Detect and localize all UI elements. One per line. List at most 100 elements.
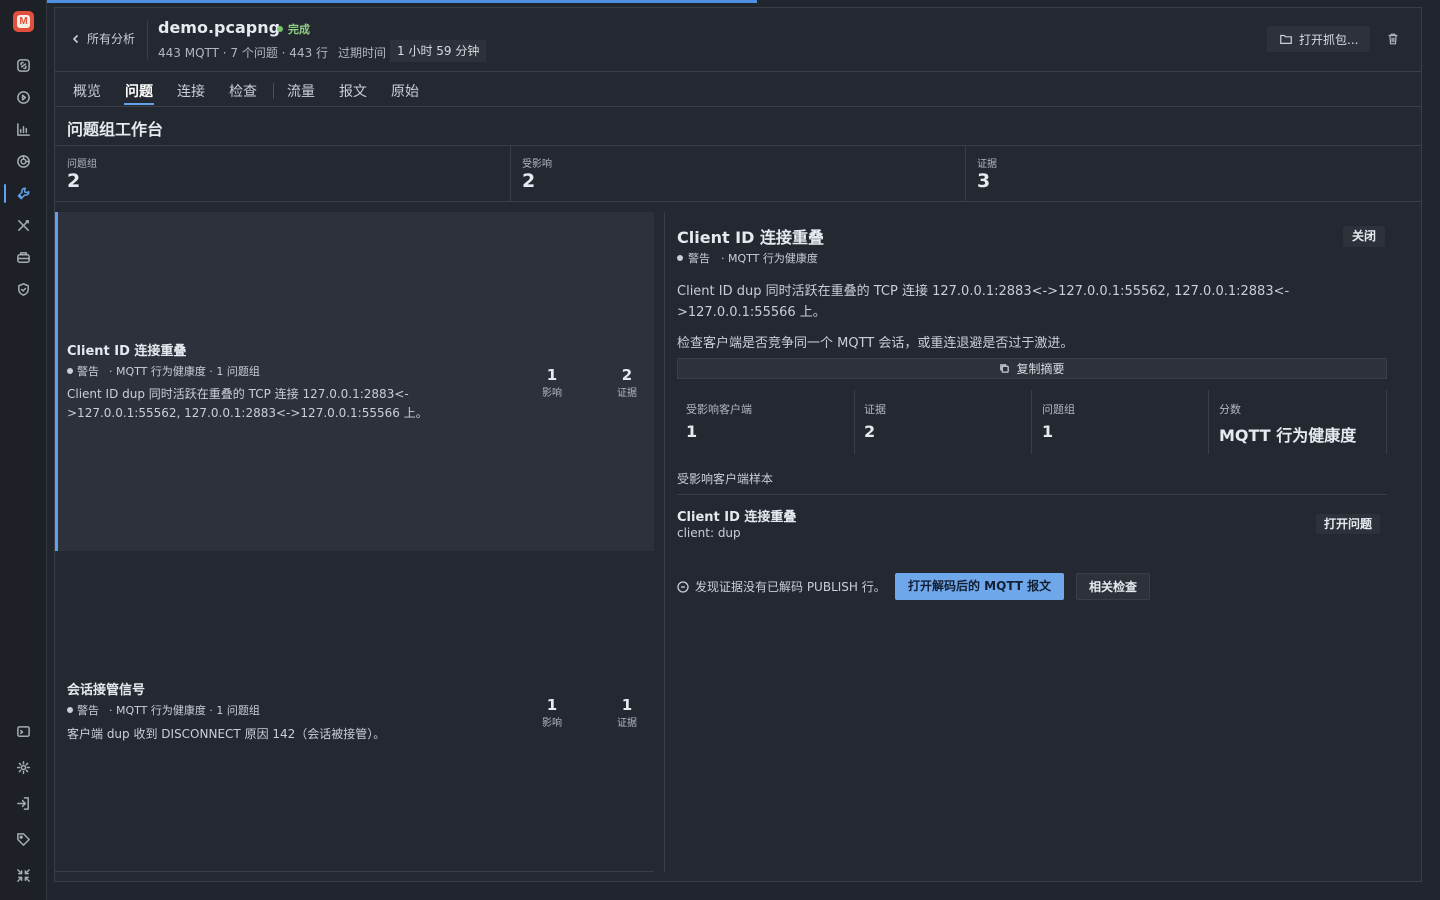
- stat-label: 证据: [977, 159, 997, 170]
- tab-separator: [273, 83, 274, 99]
- stat-value: 3: [977, 170, 991, 192]
- status-dot: [277, 26, 283, 32]
- chart-icon[interactable]: [14, 120, 33, 139]
- issue-group-category: · MQTT 行为健康度 · 1 问题组: [109, 704, 260, 717]
- page-title: 问题组工作台: [67, 120, 164, 139]
- sample-client-id: client: dup: [677, 526, 741, 540]
- issue-group-meta: 警告 · MQTT 行为健康度 · 1 问题组: [67, 363, 260, 379]
- login-icon[interactable]: [14, 794, 33, 813]
- copy-summary-button[interactable]: 复制摘要: [677, 358, 1387, 379]
- evidence-value: 2: [621, 366, 633, 384]
- stat-affected: 受影响 2: [510, 146, 965, 201]
- related-checks-button[interactable]: 相关检查: [1076, 573, 1151, 600]
- pane-divider: [664, 212, 665, 872]
- link-icon[interactable]: [14, 56, 33, 75]
- back-label: 所有分析: [87, 32, 136, 46]
- impact-label: 影响: [542, 718, 562, 729]
- tab-checks[interactable]: 检查: [229, 81, 257, 101]
- detail-severity: 警告: [688, 252, 710, 265]
- info-circle-icon: [677, 580, 689, 593]
- issue-group-impact: 1 影响: [527, 696, 577, 729]
- analysis-progress: [47, 0, 1440, 3]
- detail-stat-label: 分数: [1219, 403, 1241, 416]
- elapsed-label: 过期时间: [338, 46, 387, 60]
- detail-stats: 受影响客户端 1 证据 2 问题组 1 分数 MQTT 行为健康度: [677, 390, 1387, 454]
- gear-icon[interactable]: [14, 758, 33, 777]
- tab-connections[interactable]: 连接: [177, 81, 205, 101]
- tag-icon[interactable]: [14, 830, 33, 849]
- sample-divider: [677, 494, 1387, 495]
- rail-active-indicator: [4, 184, 6, 203]
- tab-overview[interactable]: 概览: [73, 81, 101, 101]
- header-divider: [147, 20, 148, 60]
- issue-group-title: 会话接管信号: [67, 683, 146, 698]
- active-tab-underline: [124, 103, 154, 105]
- back-to-analyses-link[interactable]: 所有分析: [71, 30, 135, 47]
- tab-traffic[interactable]: 流量: [287, 81, 315, 101]
- detail-stat-separator: [1386, 390, 1387, 454]
- copy-summary-label: 复制摘要: [1016, 362, 1065, 376]
- detail-stat-value: 1: [1042, 422, 1054, 441]
- stat-label: 受影响: [522, 159, 552, 170]
- issue-group-item[interactable]: 会话接管信号 警告 · MQTT 行为健康度 · 1 问题组 客户端 dup 收…: [55, 551, 654, 872]
- detail-category: · MQTT 行为健康度: [721, 252, 818, 265]
- stat-evidence: 证据 3: [965, 146, 1421, 201]
- issue-group-impact: 1 影响: [527, 366, 577, 399]
- open-capture-label: 打开抓包...: [1299, 32, 1359, 47]
- severity-dot: [677, 255, 683, 261]
- issue-group-category: · MQTT 行为健康度 · 1 问题组: [109, 365, 260, 378]
- detail-description: Client ID dup 同时活跃在重叠的 TCP 连接 127.0.0.1:…: [677, 284, 1290, 320]
- chevron-left-icon: [72, 34, 79, 43]
- affected-clients-sample-label: 受影响客户端样本: [677, 472, 774, 486]
- analysis-header: 所有分析 demo.pcapng 完成 443 MQTT · 7 个问题 · 4…: [55, 8, 1421, 72]
- tab-messages[interactable]: 报文: [339, 81, 367, 101]
- evidence-label: 证据: [617, 718, 637, 729]
- shield-icon[interactable]: [14, 280, 33, 299]
- terminal-icon[interactable]: [14, 722, 33, 741]
- analysis-tabs: 概览 问题 连接 检查 流量 报文 原始: [55, 72, 1421, 107]
- detail-stat-label: 问题组: [1042, 403, 1075, 416]
- copy-icon: [1000, 364, 1010, 373]
- severity-dot: [67, 368, 73, 374]
- issue-group-severity: 警告: [77, 704, 99, 717]
- wrench-active-icon[interactable]: [14, 184, 33, 203]
- impact-label: 影响: [542, 388, 562, 399]
- delete-button[interactable]: [1386, 31, 1402, 47]
- detail-title: Client ID 连接重叠: [677, 228, 824, 247]
- issue-group-title: Client ID 连接重叠: [67, 344, 187, 359]
- tab-issues[interactable]: 问题: [125, 81, 153, 101]
- evidence-notice: 发现证据没有已解码 PUBLISH 行。: [677, 578, 886, 595]
- stat-value: 2: [522, 170, 536, 192]
- target-icon[interactable]: [14, 152, 33, 171]
- issue-group-item[interactable]: Client ID 连接重叠 警告 · MQTT 行为健康度 · 1 问题组 C…: [55, 212, 654, 551]
- detail-stat-value: MQTT 行为健康度: [1219, 426, 1357, 445]
- summary-stats: 问题组 2 受影响 2 证据 3: [55, 145, 1421, 202]
- app-logo[interactable]: M: [13, 11, 34, 32]
- open-issue-button[interactable]: 打开问题: [1316, 514, 1381, 534]
- impact-value: 1: [546, 366, 558, 384]
- open-capture-button[interactable]: 打开抓包...: [1267, 26, 1371, 52]
- detail-stat-value: 1: [686, 422, 698, 441]
- detail-stat-separator: [1208, 390, 1209, 454]
- sample-issue-title: Client ID 连接重叠: [677, 510, 797, 525]
- impact-value: 1: [546, 696, 558, 714]
- analysis-progress-fill: [47, 0, 758, 3]
- tools-icon[interactable]: [14, 216, 33, 235]
- close-detail-button[interactable]: 关闭: [1343, 226, 1386, 247]
- status-badge: 完成: [277, 21, 310, 37]
- elapsed-value: 1 小时 59 分钟: [390, 40, 487, 62]
- stat-issue-groups: 问题组 2: [55, 146, 510, 201]
- evidence-value: 1: [621, 696, 633, 714]
- open-decoded-messages-button[interactable]: 打开解码后的 MQTT 报文: [895, 573, 1065, 600]
- issue-group-list: Client ID 连接重叠 警告 · MQTT 行为健康度 · 1 问题组 C…: [55, 212, 654, 872]
- tab-raw[interactable]: 原始: [391, 81, 419, 101]
- issue-group-evidence: 1 证据: [602, 696, 652, 729]
- detail-meta: 警告 · MQTT 行为健康度: [677, 250, 818, 266]
- issue-group-description: 客户端 dup 收到 DISCONNECT 原因 142（会话被接管）。: [67, 727, 386, 741]
- file-name: demo.pcapng: [158, 18, 281, 37]
- collapse-icon[interactable]: [14, 866, 33, 885]
- play-icon[interactable]: [14, 88, 33, 107]
- detail-stat-score: 分数 MQTT 行为健康度: [1210, 390, 1387, 454]
- detail-stat-evidence: 证据 2: [855, 390, 1032, 454]
- database-icon[interactable]: [14, 248, 33, 267]
